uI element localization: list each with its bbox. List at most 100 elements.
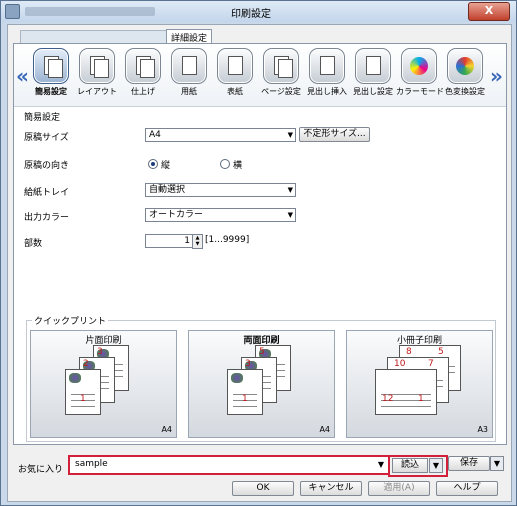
toolbar-item-layout[interactable]: レイアウト: [74, 46, 120, 104]
copies-input[interactable]: 1: [145, 234, 194, 248]
quick-print-booklet[interactable]: 小冊子印刷 8 5 10 7 12 1 A3: [346, 330, 493, 438]
paper-size-badge: A4: [319, 425, 330, 434]
favorites-label: お気に入り: [18, 465, 64, 475]
output-color-label: 出力カラー: [24, 213, 70, 223]
load-button-group: 読込 ▼: [388, 455, 448, 477]
toolbar-item-label: 表紙: [227, 87, 243, 96]
toolbar-item-page-setup[interactable]: ページ設定: [258, 46, 304, 104]
window-title: 印刷設定: [231, 9, 271, 20]
radio-selected-icon: [148, 159, 158, 169]
toolbar-item-label: 見出し設定: [353, 87, 393, 96]
layout-icon: [79, 48, 115, 84]
page-number: 1: [80, 394, 86, 404]
tray-select[interactable]: 自動選択 ▼: [145, 183, 296, 197]
favorites-value: sample: [75, 459, 108, 469]
output-color-select[interactable]: オートカラー ▼: [145, 208, 296, 222]
printer-icon: [5, 4, 20, 19]
tab-settings-icon: [355, 48, 391, 84]
page-thumbnail: 12 1: [375, 369, 437, 415]
chevron-down-icon: ▼: [287, 186, 293, 194]
scroll-left-arrow-icon[interactable]: «: [16, 64, 29, 88]
cancel-button[interactable]: キャンセル: [300, 481, 362, 496]
copies-stepper[interactable]: ▲ ▼: [192, 234, 203, 249]
output-color-value: オートカラー: [149, 210, 204, 220]
custom-size-button[interactable]: 不定形サイズ...: [299, 127, 370, 142]
orientation-label: 原稿の向き: [24, 161, 70, 171]
copies-range: [1...9999]: [205, 235, 250, 245]
color-mode-icon: [401, 48, 437, 84]
page-setup-icon: [263, 48, 299, 84]
page-number: 12: [382, 394, 394, 404]
page-number: 3: [245, 359, 251, 369]
page-number: 7: [428, 359, 434, 369]
dialog-body: 詳細設定 « 簡易設定 レイアウト 仕上げ 用紙 表紙 ページ設定 見出し挿入 …: [7, 24, 512, 502]
print-settings-window: 印刷設定 X 詳細設定 « 簡易設定 レイアウト 仕上げ 用紙 表紙 ページ設定…: [0, 0, 517, 506]
toolbar-item-label: カラーモード: [396, 87, 444, 96]
page-thumbnail: 1: [65, 369, 101, 415]
blurred-title-text: [25, 7, 155, 16]
tab-pane: « 簡易設定 レイアウト 仕上げ 用紙 表紙 ページ設定 見出し挿入 見出し設定…: [13, 43, 507, 445]
tab-hidden[interactable]: [20, 30, 167, 44]
chevron-down-icon: ▼: [377, 460, 384, 469]
close-button[interactable]: X: [468, 2, 510, 21]
page-thumbnail: 1: [227, 369, 263, 415]
cover-icon: [217, 48, 253, 84]
toolbar-item-label: レイアウト: [77, 87, 117, 96]
save-menu-arrow-icon[interactable]: ▼: [490, 456, 504, 471]
load-menu-arrow-icon[interactable]: ▼: [429, 458, 443, 473]
chevron-down-icon: ▼: [287, 211, 293, 219]
quick-print-duplex[interactable]: 両面印刷 5 3 1 A4: [188, 330, 335, 438]
toolbar-item-label: 簡易設定: [35, 87, 67, 96]
save-button[interactable]: 保存: [448, 456, 490, 471]
page-number: 5: [438, 347, 444, 357]
orientation-portrait-label: 縦: [161, 161, 171, 171]
load-button[interactable]: 読込: [392, 458, 428, 473]
ok-button[interactable]: OK: [232, 481, 294, 496]
page-number: 1: [418, 394, 424, 404]
finishing-icon: [125, 48, 161, 84]
orientation-landscape-radio[interactable]: 横: [220, 158, 242, 171]
quick-print-title: クイックプリント: [32, 314, 109, 327]
feature-toolbar: « 簡易設定 レイアウト 仕上げ 用紙 表紙 ページ設定 見出し挿入 見出し設定…: [14, 44, 506, 107]
apply-button[interactable]: 適用(A): [368, 481, 430, 496]
toolbar-item-label: 用紙: [181, 87, 197, 96]
toolbar-item-quick-setup[interactable]: 簡易設定: [28, 46, 74, 104]
toolbar-item-label: 仕上げ: [131, 87, 155, 96]
toolbar-item-tab-insert[interactable]: 見出し挿入: [304, 46, 350, 104]
original-size-value: A4: [149, 130, 161, 140]
original-size-label: 原稿サイズ: [24, 133, 69, 143]
page-number: 10: [394, 359, 406, 369]
paper-icon: [171, 48, 207, 84]
group-title-simple: 簡易設定: [24, 113, 61, 123]
original-size-select[interactable]: A4 ▼: [145, 128, 296, 142]
orientation-landscape-label: 横: [233, 161, 243, 171]
paper-size-badge: A3: [477, 425, 488, 434]
toolbar-item-label: 見出し挿入: [307, 87, 347, 96]
radio-unselected-icon: [220, 159, 230, 169]
toolbar-item-finishing[interactable]: 仕上げ: [120, 46, 166, 104]
tray-label: 給紙トレイ: [24, 188, 70, 198]
scroll-right-arrow-icon[interactable]: »: [490, 64, 503, 88]
toolbar-item-cover[interactable]: 表紙: [212, 46, 258, 104]
chevron-down-icon: ▼: [287, 131, 293, 139]
tray-value: 自動選択: [149, 185, 186, 195]
paper-size-badge: A4: [161, 425, 172, 434]
tab-insert-icon: [309, 48, 345, 84]
toolbar-item-label: 色変換設定: [445, 87, 485, 96]
quick-print-group: 片面印刷 3 2 1 A4 両面印刷 5 3 1 A4 小冊子印刷 8 5 10…: [26, 320, 496, 442]
page-number: 8: [406, 347, 412, 357]
favorites-select[interactable]: sample ▼: [68, 455, 390, 475]
toolbar-item-tab-settings[interactable]: 見出し設定: [350, 46, 396, 104]
page-number: 1: [242, 394, 248, 404]
color-conversion-icon: [447, 48, 483, 84]
toolbar-item-color-mode[interactable]: カラーモード: [396, 46, 444, 104]
help-button[interactable]: ヘルプ: [436, 481, 498, 496]
toolbar-item-label: ページ設定: [261, 87, 301, 96]
page-number: 3: [97, 347, 103, 357]
quick-print-simplex[interactable]: 片面印刷 3 2 1 A4: [30, 330, 177, 438]
toolbar-item-color-conversion[interactable]: 色変換設定: [442, 46, 488, 104]
quick-setup-icon: [33, 48, 69, 84]
page-number: 5: [259, 347, 265, 357]
orientation-portrait-radio[interactable]: 縦: [148, 158, 170, 171]
toolbar-item-paper[interactable]: 用紙: [166, 46, 212, 104]
